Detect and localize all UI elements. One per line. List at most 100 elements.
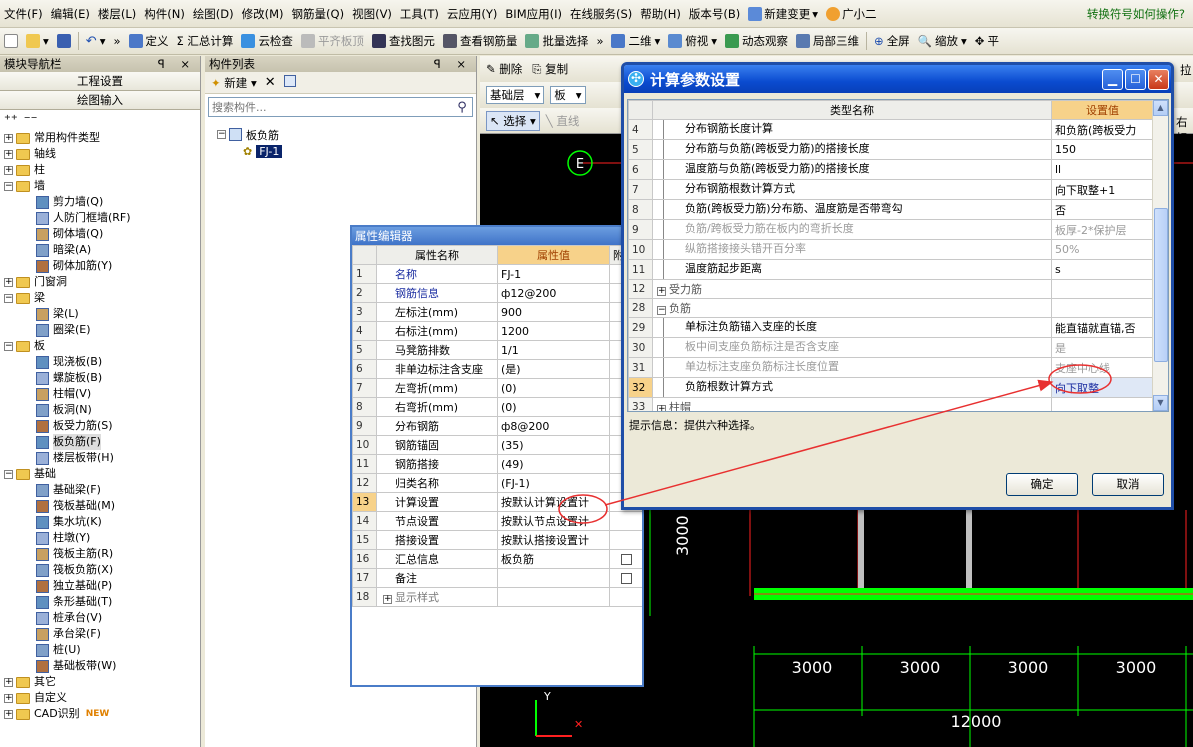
property-row[interactable]: 6 非单边标注含支座 (是) (352, 359, 642, 379)
expand-toggle-icon[interactable]: + (4, 165, 13, 175)
calc-param-row[interactable]: 12 + 受力筋 (628, 279, 1154, 299)
menu-item[interactable]: 在线服务(S) (566, 3, 636, 25)
tree-item[interactable]: 圈梁(E) (0, 322, 200, 338)
property-value[interactable] (497, 568, 610, 588)
menu-item[interactable]: 云应用(Y) (443, 3, 502, 25)
view-2d-button[interactable]: 二维 ▾ (607, 30, 664, 52)
maximize-button[interactable]: ☐ (1125, 68, 1146, 90)
tree-item[interactable]: 筏板主筋(R) (0, 546, 200, 562)
find-element-button[interactable]: 查找图元 (368, 30, 439, 52)
tree-item[interactable]: 桩承台(V) (0, 610, 200, 626)
expand-toggle-icon[interactable]: + (657, 405, 666, 411)
property-row[interactable]: 8 右弯折(mm) (0) (352, 397, 642, 417)
tree-item[interactable]: 筏板负筋(X) (0, 562, 200, 578)
property-editor-title[interactable]: 属性编辑器 (352, 227, 642, 245)
cloud-check-button[interactable]: 云检查 (237, 30, 297, 52)
fullscreen-button[interactable]: ⊕ 全屏 (870, 30, 914, 52)
menu-item[interactable]: 视图(V) (348, 3, 396, 25)
property-row[interactable]: 9 分布钢筋 ф8@200 (352, 416, 642, 436)
flush-slab-button[interactable]: 平齐板顶 (297, 30, 368, 52)
property-value[interactable]: 板负筋 (497, 549, 610, 569)
scroll-up-icon[interactable]: ▲ (1153, 100, 1168, 116)
property-value[interactable]: (FJ-1) (497, 473, 610, 493)
tree-item[interactable]: 集水坑(K) (0, 514, 200, 530)
attach-checkbox[interactable] (620, 573, 632, 584)
define-button[interactable]: 定义 (125, 30, 173, 52)
menu-item[interactable]: 版本号(B) (685, 3, 744, 25)
calc-param-row[interactable]: 10 纵筋搭接接头错开百分率 50% (628, 239, 1154, 260)
toolbar-overflow[interactable]: » (109, 30, 124, 52)
expand-toggle-icon[interactable]: − (4, 181, 13, 191)
param-value[interactable]: 向下取整 (1051, 377, 1154, 398)
param-value[interactable]: 和负筋(跨板受力 (1051, 119, 1154, 140)
calc-param-row[interactable]: 4 分布钢筋长度计算 和负筋(跨板受力 (628, 119, 1154, 140)
tree-item[interactable]: + 常用构件类型 (0, 130, 200, 146)
tree-item[interactable]: 螺旋板(B) (0, 370, 200, 386)
tree-item[interactable]: 砌体墙(Q) (0, 226, 200, 242)
property-value[interactable]: (0) (497, 397, 610, 417)
expand-toggle-icon[interactable]: − (4, 341, 13, 351)
drawing-input-button[interactable]: 绘图输入 (0, 91, 200, 110)
calc-param-row[interactable]: 28− 负筋 (628, 298, 1154, 318)
copy-component-button[interactable] (283, 75, 296, 90)
minimize-button[interactable]: ▁ (1102, 68, 1123, 90)
tree-item[interactable]: 承台梁(F) (0, 626, 200, 642)
tree-item[interactable]: 板负筋(F) (0, 434, 200, 450)
tree-item[interactable]: 筏板基础(M) (0, 498, 200, 514)
property-row[interactable]: 4 右标注(mm) 1200 (352, 321, 642, 341)
tree-item[interactable]: + 轴线 (0, 146, 200, 162)
property-value[interactable] (497, 587, 610, 607)
new-change-menu[interactable]: 新建变更 ▾ (744, 3, 822, 25)
calc-param-row[interactable]: 7 分布钢筋根数计算方式 向下取整+1 (628, 179, 1154, 200)
calc-param-row[interactable]: 9 负筋/跨板受力筋在板内的弯折长度 板厚-2*保护层 (628, 219, 1154, 240)
expand-toggle-icon[interactable]: + (4, 277, 13, 287)
calc-dialog-titlebar[interactable]: ✣ 计算参数设置 ▁ ☐ ✕ (624, 65, 1171, 93)
property-value[interactable]: (是) (497, 359, 610, 379)
calc-param-row[interactable]: 32 负筋根数计算方式 向下取整 (628, 377, 1154, 398)
menu-item[interactable]: 楼层(L) (94, 3, 140, 25)
expand-all-icon[interactable]: ⁺⁺ (4, 113, 18, 128)
expand-toggle-icon[interactable]: + (383, 595, 392, 604)
param-value[interactable]: 能直锚就直锚,否 (1051, 317, 1154, 338)
tree-item[interactable]: 剪力墙(Q) (0, 194, 200, 210)
tree-item[interactable]: 人防门框墙(RF) (0, 210, 200, 226)
component-search-input[interactable] (209, 98, 452, 116)
property-row[interactable]: 12 归类名称 (FJ-1) (352, 473, 642, 493)
calc-param-row[interactable]: 6 温度筋与负筋(跨板受力筋)的搭接长度 ll (628, 159, 1154, 180)
expand-toggle-icon[interactable]: + (4, 709, 13, 719)
property-row[interactable]: 10 钢筋锚固 (35) (352, 435, 642, 455)
property-value[interactable]: FJ-1 (497, 264, 610, 284)
scroll-down-icon[interactable]: ▼ (1153, 395, 1168, 411)
calc-param-row[interactable]: 8 负筋(跨板受力筋)分布筋、温度筋是否带弯勾 否 (628, 199, 1154, 220)
select-button[interactable]: ↖ 选择 ▾ (486, 110, 540, 131)
menu-item[interactable]: 修改(M) (238, 3, 288, 25)
save-button[interactable] (53, 30, 75, 52)
collapse-toggle[interactable]: − (217, 130, 226, 139)
calc-param-row[interactable]: 5 分布筋与负筋(跨板受力筋)的搭接长度 150 (628, 139, 1154, 160)
property-value[interactable]: 按默认节点设置计 (497, 511, 610, 531)
panel-pin-close[interactable]: ꟼ × (158, 56, 196, 72)
tree-item[interactable]: 梁(L) (0, 306, 200, 322)
new-file-button[interactable] (0, 30, 22, 52)
property-row[interactable]: 17 备注 (352, 568, 642, 588)
menu-item[interactable]: 绘图(D) (189, 3, 238, 25)
tree-item[interactable]: 砌体加筋(Y) (0, 258, 200, 274)
tree-item[interactable]: 桩(U) (0, 642, 200, 658)
expand-toggle-icon[interactable]: + (4, 693, 13, 703)
tree-item[interactable]: 条形基础(T) (0, 594, 200, 610)
expand-collapse-all[interactable]: ⁺⁺ ⁻⁻ (0, 110, 200, 130)
tree-item[interactable]: + 门窗洞 (0, 274, 200, 290)
property-value[interactable]: 900 (497, 302, 610, 322)
tree-item[interactable]: 基础梁(F) (0, 482, 200, 498)
param-value[interactable]: 向下取整+1 (1051, 179, 1154, 200)
property-row[interactable]: 7 左弯折(mm) (0) (352, 378, 642, 398)
param-value[interactable] (1051, 298, 1154, 318)
delete-component-button[interactable]: ✕ (265, 75, 276, 90)
property-value[interactable]: ф12@200 (497, 283, 610, 303)
tree-item[interactable]: − 梁 (0, 290, 200, 306)
zoom-button[interactable]: 🔍 缩放 ▾ (914, 30, 971, 52)
expand-toggle-icon[interactable]: + (4, 677, 13, 687)
property-value[interactable]: 1/1 (497, 340, 610, 360)
param-value[interactable]: 50% (1051, 239, 1154, 260)
comp-panel-pin-close[interactable]: ꟼ × (434, 56, 472, 72)
